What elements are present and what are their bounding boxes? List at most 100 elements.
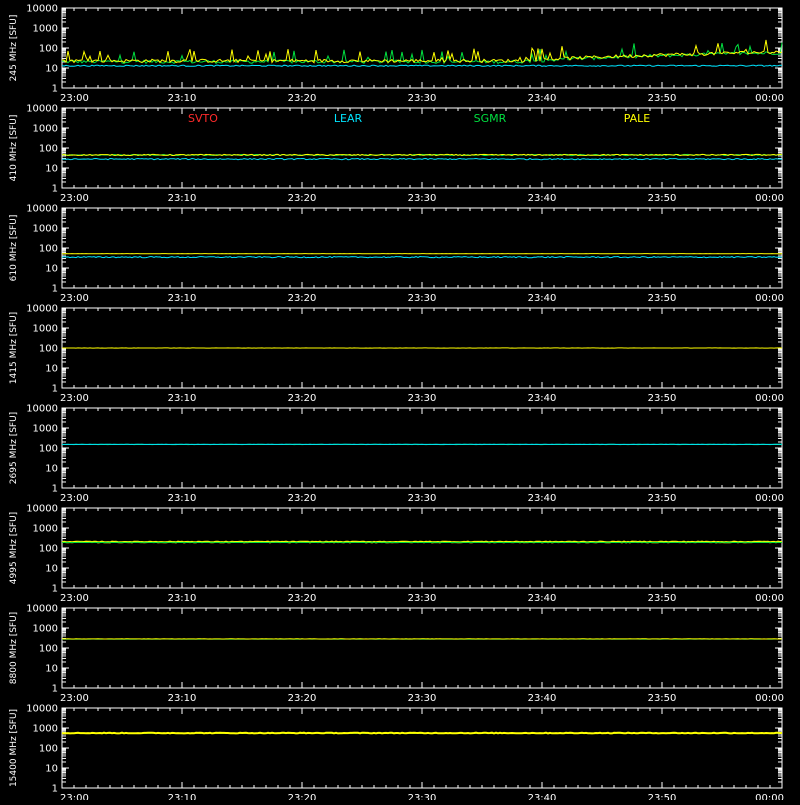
series-line-pale <box>62 733 782 734</box>
x-tick-label: 23:30 <box>408 193 437 204</box>
chart-svg: 11010010001000023:0023:1023:2023:3023:40… <box>0 0 800 800</box>
x-tick-label: 23:50 <box>648 393 677 404</box>
y-tick-label: 1000 <box>33 224 58 235</box>
x-tick-label: 23:10 <box>168 393 197 404</box>
x-tick-label: 23:10 <box>168 193 197 204</box>
legend-entry-svto: SVTO <box>188 112 218 125</box>
x-tick-label: 00:00 <box>755 93 784 104</box>
legend-entry-lear: LEAR <box>334 112 363 125</box>
x-tick-label: 23:30 <box>408 693 437 704</box>
y-tick-label: 100 <box>39 144 58 155</box>
x-tick-label: 23:00 <box>60 693 89 704</box>
y-tick-label: 100 <box>39 44 58 55</box>
panel-frame <box>62 8 782 88</box>
panel-8: 11010010001000023:0023:1023:2023:3023:40… <box>9 704 784 801</box>
x-tick-label: 23:50 <box>648 93 677 104</box>
y-tick-label: 10 <box>45 664 58 675</box>
x-tick-label: 23:40 <box>528 293 557 304</box>
x-tick-label: 23:30 <box>408 793 437 800</box>
y-tick-label: 10000 <box>26 504 58 515</box>
x-tick-label: 23:00 <box>60 493 89 504</box>
series-line-lear <box>62 159 782 160</box>
y-tick-label: 1 <box>52 784 58 795</box>
panel-frame <box>62 208 782 288</box>
x-tick-label: 23:00 <box>60 393 89 404</box>
y-tick-label: 100 <box>39 544 58 555</box>
x-tick-label: 23:10 <box>168 693 197 704</box>
x-tick-label: 23:20 <box>288 293 317 304</box>
x-tick-label: 23:00 <box>60 593 89 604</box>
x-tick-label: 23:50 <box>648 193 677 204</box>
panel-6: 11010010001000023:0023:1023:2023:3023:40… <box>9 504 784 605</box>
panel-frame <box>62 508 782 588</box>
y-tick-label: 1000 <box>33 424 58 435</box>
series-line-lear <box>62 65 782 66</box>
panel-5: 11010010001000023:0023:1023:2023:3023:40… <box>9 404 784 505</box>
panel-3: 11010010001000023:0023:1023:2023:3023:40… <box>9 204 784 305</box>
y-axis-label: 245 MHz [SFU] <box>9 15 19 82</box>
y-tick-label: 1 <box>52 184 58 195</box>
x-tick-label: 00:00 <box>755 393 784 404</box>
x-tick-label: 23:50 <box>648 593 677 604</box>
x-tick-label: 23:40 <box>528 693 557 704</box>
x-tick-label: 23:40 <box>528 493 557 504</box>
y-tick-label: 10 <box>45 764 58 775</box>
y-axis-label: 2695 MHz [SFU] <box>9 412 19 484</box>
x-tick-label: 23:30 <box>408 593 437 604</box>
x-tick-label: 23:20 <box>288 93 317 104</box>
y-tick-label: 10000 <box>26 204 58 215</box>
y-tick-label: 10000 <box>26 404 58 415</box>
x-tick-label: 23:40 <box>528 793 557 800</box>
x-tick-label: 23:50 <box>648 493 677 504</box>
panel-7: 11010010001000023:0023:1023:2023:3023:40… <box>9 604 784 705</box>
x-tick-label: 23:20 <box>288 193 317 204</box>
y-tick-label: 10 <box>45 264 58 275</box>
x-tick-label: 23:50 <box>648 793 677 800</box>
y-tick-label: 10 <box>45 464 58 475</box>
x-tick-label: 23:10 <box>168 493 197 504</box>
panel-1: 11010010001000023:0023:1023:2023:3023:40… <box>9 4 784 105</box>
x-tick-label: 23:10 <box>168 593 197 604</box>
y-tick-label: 10 <box>45 564 58 575</box>
legend-entry-sgmr: SGMR <box>474 112 507 125</box>
x-tick-label: 23:00 <box>60 93 89 104</box>
x-tick-label: 00:00 <box>755 193 784 204</box>
y-tick-label: 1000 <box>33 724 58 735</box>
y-tick-label: 1000 <box>33 524 58 535</box>
y-tick-label: 10000 <box>26 604 58 615</box>
y-tick-label: 10000 <box>26 104 58 115</box>
y-axis-label: 4995 MHz [SFU] <box>9 512 19 584</box>
x-tick-label: 23:20 <box>288 793 317 800</box>
x-tick-label: 23:30 <box>408 493 437 504</box>
x-tick-label: 23:40 <box>528 93 557 104</box>
panel-4: 11010010001000023:0023:1023:2023:3023:40… <box>9 304 784 405</box>
x-tick-label: 00:00 <box>755 693 784 704</box>
panel-frame <box>62 408 782 488</box>
y-tick-label: 10 <box>45 64 58 75</box>
x-tick-label: 00:00 <box>755 493 784 504</box>
y-tick-label: 10000 <box>26 704 58 715</box>
x-tick-label: 00:00 <box>755 293 784 304</box>
y-tick-label: 1000 <box>33 124 58 135</box>
x-tick-label: 23:10 <box>168 793 197 800</box>
x-tick-label: 23:40 <box>528 593 557 604</box>
y-tick-label: 100 <box>39 644 58 655</box>
y-axis-label: 1415 MHz [SFU] <box>9 312 19 384</box>
x-tick-label: 23:10 <box>168 93 197 104</box>
y-tick-label: 1 <box>52 484 58 495</box>
radio-flux-chart: 11010010001000023:0023:1023:2023:3023:40… <box>0 0 800 800</box>
y-tick-label: 1 <box>52 684 58 695</box>
x-tick-label: 23:30 <box>408 93 437 104</box>
y-tick-label: 10000 <box>26 4 58 15</box>
x-tick-label: 23:30 <box>408 293 437 304</box>
x-tick-label: 23:50 <box>648 693 677 704</box>
panel-frame <box>62 708 782 788</box>
x-tick-label: 23:20 <box>288 493 317 504</box>
x-tick-label: 23:40 <box>528 193 557 204</box>
x-tick-label: 23:20 <box>288 393 317 404</box>
x-tick-label: 23:00 <box>60 193 89 204</box>
y-axis-label: 15400 MHz [SFU] <box>9 709 19 787</box>
x-tick-label: 00:00 <box>755 793 784 800</box>
y-tick-label: 1 <box>52 584 58 595</box>
x-tick-label: 23:00 <box>60 293 89 304</box>
